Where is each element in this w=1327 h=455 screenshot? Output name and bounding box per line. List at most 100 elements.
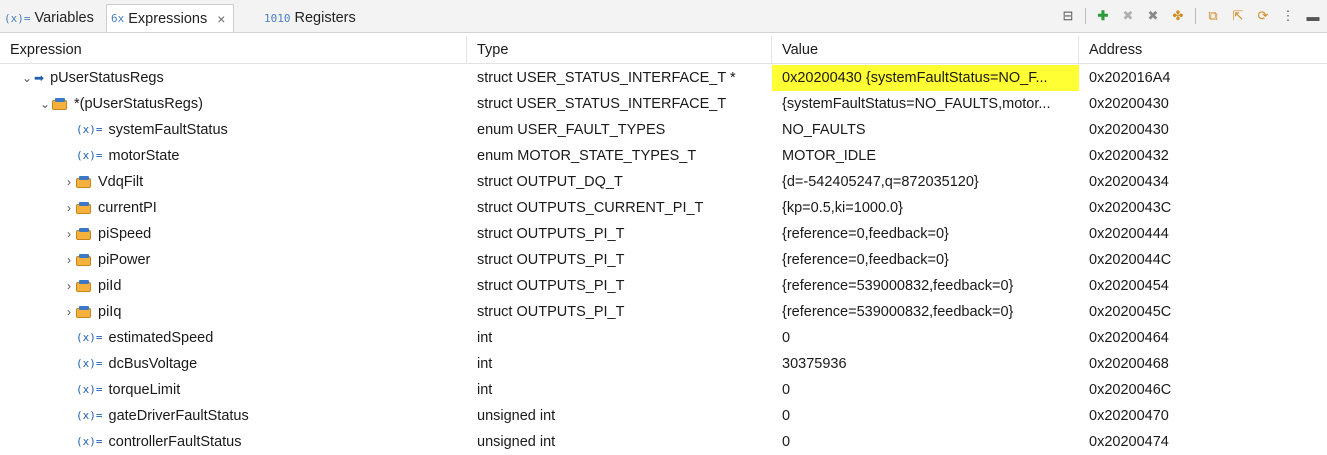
address-cell: 0x20200432 [1089,148,1169,164]
expression-name: *(pUserStatusRegs) [74,96,203,112]
expression-name: piPower [98,252,151,268]
header-address[interactable]: Address [1079,36,1327,64]
type-cell: enum USER_FAULT_TYPES [477,122,666,138]
type-cell: int [477,356,493,372]
tab-registers[interactable]: 1010 Registers [264,4,356,32]
expression-name: pUserStatusRegs [50,70,164,86]
value-cell[interactable]: {systemFaultStatus=NO_FAULTS,motor... [772,91,1079,117]
refresh-icon[interactable]: ⟳ [1255,8,1271,24]
address-cell: 0x20200464 [1089,330,1169,346]
tab-variables[interactable]: (x)= Variables [4,4,94,32]
pointer-icon: ➡ [34,71,45,85]
variable-icon: (x)= [76,123,103,136]
value-cell[interactable]: 0 [772,325,1079,351]
type-cell: struct OUTPUTS_CURRENT_PI_T [477,200,704,216]
value-cell[interactable]: 30375936 [772,351,1079,377]
expand-toggle-icon[interactable]: › [62,273,76,299]
value-cell[interactable]: {reference=0,feedback=0} [772,247,1079,273]
table-row[interactable]: › piId struct OUTPUTS_PI_T {reference=53… [0,273,1327,299]
value-cell[interactable]: {d=-542405247,q=872035120} [772,169,1079,195]
tab-registers-label: Registers [294,10,356,26]
address-cell: 0x20200468 [1089,356,1169,372]
value-cell[interactable]: MOTOR_IDLE [772,143,1079,169]
remove-all-icon[interactable]: ✖ [1145,8,1161,24]
collapse-all-icon[interactable]: ⊟ [1060,8,1076,24]
table-row[interactable]: (x)= gateDriverFaultStatus unsigned int … [0,403,1327,429]
expression-name: estimatedSpeed [108,330,214,346]
expand-toggle-icon[interactable]: › [62,195,76,221]
address-cell: 0x2020046C [1089,382,1172,398]
header-value[interactable]: Value [772,36,1079,64]
variable-icon: (x)= [76,331,103,344]
type-cell: struct USER_STATUS_INTERFACE_T [477,96,727,112]
struct-icon [76,176,92,188]
value-cell[interactable]: {kp=0.5,ki=1000.0} [772,195,1079,221]
export-icon[interactable]: ⇱ [1230,8,1246,24]
table-row[interactable]: (x)= dcBusVoltage int 30375936 0x2020046… [0,351,1327,377]
expand-toggle-icon[interactable]: ⌄ [20,65,34,91]
table-row[interactable]: (x)= systemFaultStatus enum USER_FAULT_T… [0,117,1327,143]
expressions-tree: ⌄ ➡ pUserStatusRegs struct USER_STATUS_I… [0,65,1327,455]
variable-icon: (x)= [76,357,103,370]
tab-variables-label: Variables [34,10,94,26]
expand-toggle-icon[interactable]: › [62,169,76,195]
type-cell: int [477,330,493,346]
view-tab-bar: (x)= Variables 6x Expressions × 1010 Reg… [0,0,1327,33]
view-menu-icon[interactable]: ⋮ [1280,8,1296,24]
table-row[interactable]: (x)= motorState enum MOTOR_STATE_TYPES_T… [0,143,1327,169]
struct-icon [76,202,92,214]
expression-name: dcBusVoltage [108,356,198,372]
table-row[interactable]: › piIq struct OUTPUTS_PI_T {reference=53… [0,299,1327,325]
expand-toggle-icon[interactable]: › [62,221,76,247]
expression-name: motorState [108,148,180,164]
table-row[interactable]: ⌄ *(pUserStatusRegs) struct USER_STATUS_… [0,91,1327,117]
toolbar-separator [1085,8,1086,24]
value-cell[interactable]: 0 [772,377,1079,403]
table-row[interactable]: (x)= estimatedSpeed int 0 0x20200464 [0,325,1327,351]
value-cell[interactable]: 0 [772,429,1079,455]
type-cell: struct OUTPUT_DQ_T [477,174,623,190]
value-cell[interactable]: NO_FAULTS [772,117,1079,143]
registers-icon: 1010 [264,11,291,25]
close-icon[interactable]: × [217,11,225,27]
import-icon[interactable]: ✤ [1170,8,1186,24]
value-cell[interactable]: {reference=539000832,feedback=0} [772,299,1079,325]
struct-icon [52,98,68,110]
new-window-icon[interactable]: ⧉ [1205,8,1221,24]
add-expression-icon[interactable]: ✚ [1095,8,1111,24]
expression-name: VdqFilt [98,174,144,190]
value-cell[interactable]: 0x20200430 {systemFaultStatus=NO_F... [772,65,1079,91]
value-cell[interactable]: 0 [772,403,1079,429]
tab-expressions[interactable]: 6x Expressions × [106,4,235,32]
table-row[interactable]: ⌄ ➡ pUserStatusRegs struct USER_STATUS_I… [0,65,1327,91]
table-row[interactable]: (x)= torqueLimit int 0 0x2020046C [0,377,1327,403]
table-row[interactable]: › piSpeed struct OUTPUTS_PI_T {reference… [0,221,1327,247]
remove-icon[interactable]: ✖ [1120,8,1136,24]
table-row[interactable]: › currentPI struct OUTPUTS_CURRENT_PI_T … [0,195,1327,221]
expand-toggle-icon[interactable]: › [62,247,76,273]
view-toolbar: ⊟ ✚ ✖ ✖ ✤ ⧉ ⇱ ⟳ ⋮ ▬ [1060,8,1321,24]
variable-icon: (x)= [76,409,103,422]
type-cell: struct OUTPUTS_PI_T [477,278,625,294]
variable-icon: (x)= [76,435,103,448]
table-row[interactable]: › piPower struct OUTPUTS_PI_T {reference… [0,247,1327,273]
expand-toggle-icon[interactable]: ⌄ [38,91,52,117]
variable-icon: (x)= [76,383,103,396]
address-cell: 0x202016A4 [1089,70,1171,86]
type-cell: unsigned int [477,434,556,450]
expression-name: currentPI [98,200,157,216]
table-row[interactable]: (x)= controllerFaultStatus unsigned int … [0,429,1327,455]
value-cell[interactable]: {reference=539000832,feedback=0} [772,273,1079,299]
table-row[interactable]: › VdqFilt struct OUTPUT_DQ_T {d=-5424052… [0,169,1327,195]
minimize-icon[interactable]: ▬ [1305,8,1321,24]
expand-toggle-icon[interactable]: › [62,299,76,325]
struct-icon [76,306,92,318]
type-cell: struct OUTPUTS_PI_T [477,252,625,268]
expression-name: systemFaultStatus [108,122,228,138]
type-cell: enum MOTOR_STATE_TYPES_T [477,148,697,164]
header-expression[interactable]: Expression [0,36,467,64]
value-cell[interactable]: {reference=0,feedback=0} [772,221,1079,247]
header-type[interactable]: Type [467,36,772,64]
expressions-icon: 6x [111,12,125,25]
expression-name: piIq [98,304,122,320]
